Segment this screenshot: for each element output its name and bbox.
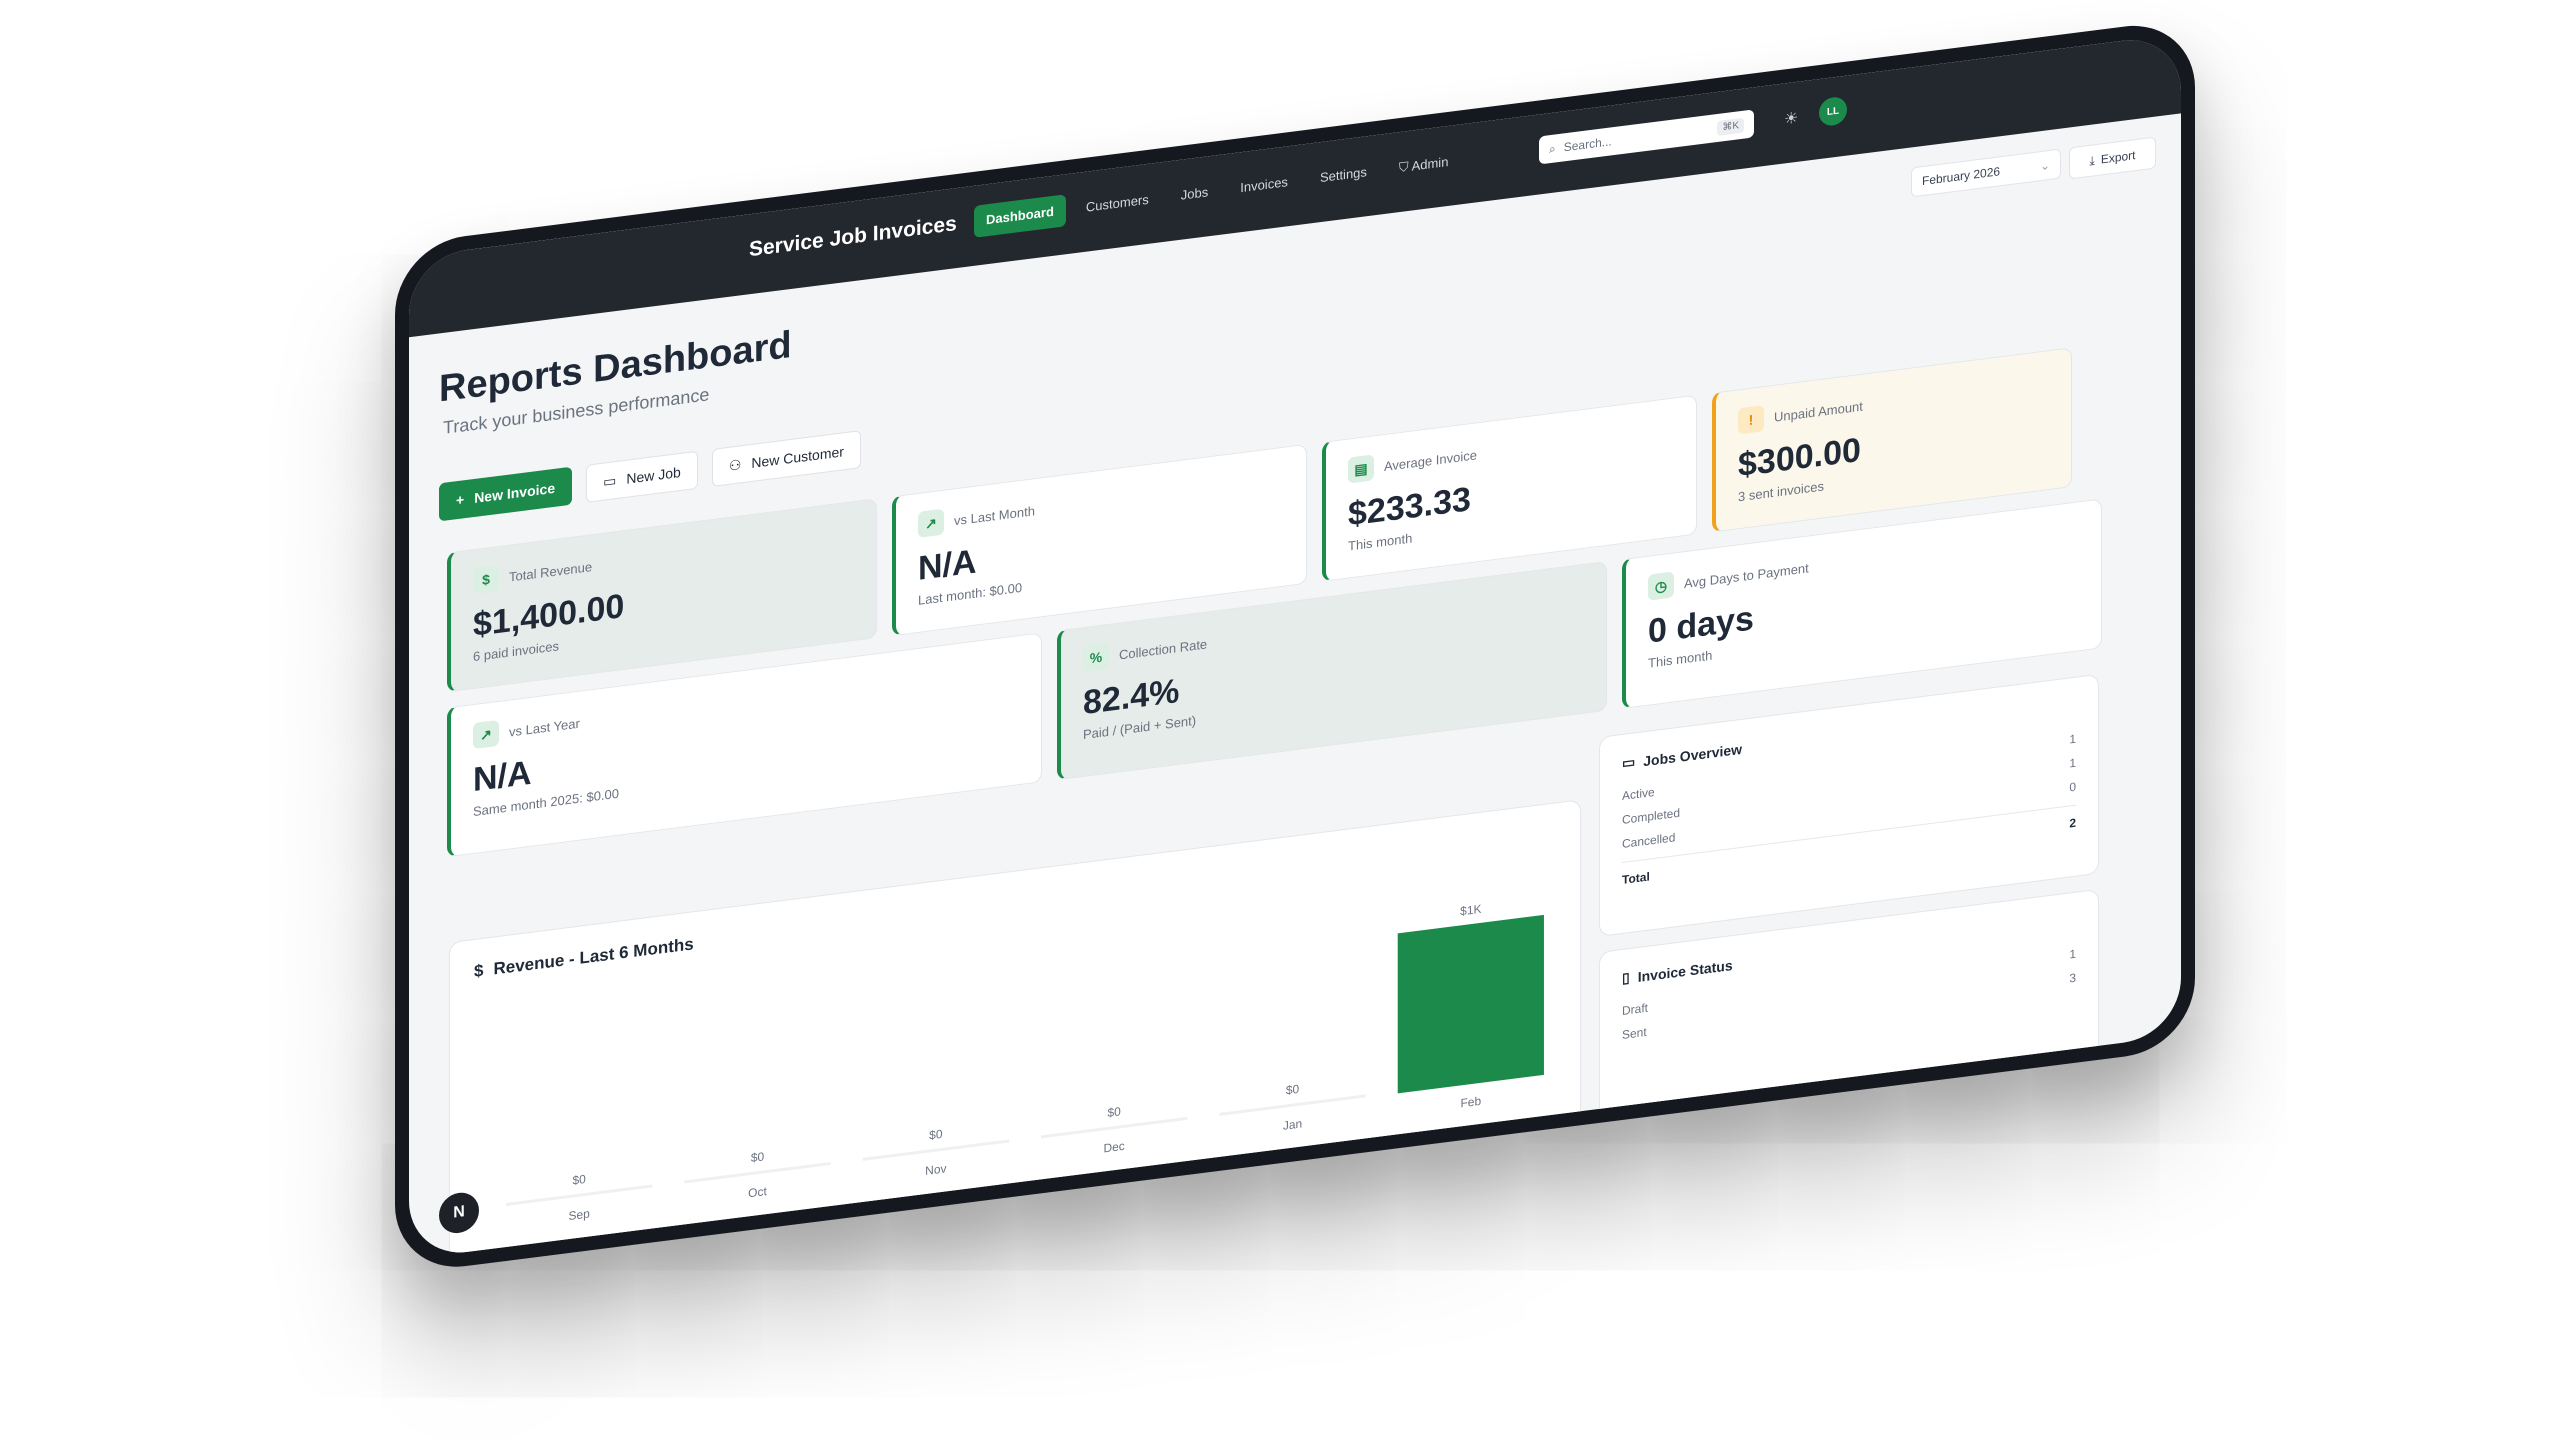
briefcase-icon: ▭ — [603, 471, 617, 490]
clock-icon: ◷ — [1648, 571, 1674, 601]
nav-dashboard[interactable]: Dashboard — [974, 194, 1066, 238]
new-customer-label: New Customer — [751, 443, 844, 471]
nav-invoices[interactable]: Invoices — [1228, 165, 1300, 206]
vs-last-year-label: vs Last Year — [509, 715, 580, 740]
revenue-value-label-sep: $0 — [572, 1172, 586, 1188]
plus-icon: + — [456, 491, 465, 509]
trending-up-icon: ↗ — [918, 508, 944, 538]
month-select-value: February 2026 — [1922, 164, 2001, 189]
unpaid-amount-label: Unpaid Amount — [1774, 398, 1863, 425]
receipt-icon: ▤ — [1348, 454, 1374, 484]
revenue-category-label-jan: Jan — [1283, 1116, 1302, 1132]
jobs-active-value: 1 — [2069, 731, 2076, 747]
search-shortcut: ⌘K — [1717, 117, 1744, 136]
revenue-category-label-oct: Oct — [748, 1184, 767, 1200]
vs-last-month-label: vs Last Month — [954, 502, 1035, 528]
jobs-completed-value: 1 — [2069, 755, 2076, 771]
file-icon: ▯ — [1622, 969, 1630, 986]
revenue-bar-oct[interactable] — [684, 1161, 831, 1184]
search-icon: ⌕ — [1549, 140, 1556, 156]
unpaid-amount-card: ! Unpaid Amount $300.00 3 sent invoices — [1712, 347, 2072, 533]
revenue-value-label-dec: $0 — [1107, 1104, 1121, 1120]
revenue-category-label-sep: Sep — [568, 1206, 590, 1223]
new-customer-button[interactable]: ⚇ New Customer — [711, 430, 861, 487]
revenue-value-label-nov: $0 — [929, 1127, 943, 1143]
new-job-label: New Job — [626, 463, 681, 487]
revenue-value-label-jan: $0 — [1286, 1082, 1300, 1098]
avg-days-label: Avg Days to Payment — [1684, 559, 1809, 591]
average-invoice-card: ▤ Average Invoice $233.33 This month — [1322, 394, 1697, 582]
revenue-value-label-feb: $1K — [1460, 902, 1481, 919]
jobs-overview-title: Jobs Overview — [1643, 740, 1743, 769]
invoice-status-title: Invoice Status — [1637, 956, 1733, 985]
collection-rate-label: Collection Rate — [1119, 635, 1208, 663]
chevron-down-icon: ⌄ — [2039, 157, 2050, 174]
main-nav: Dashboard Customers Jobs Invoices Settin… — [974, 144, 1461, 238]
nav-admin-label: Admin — [1411, 153, 1449, 174]
revenue-bar-jan[interactable] — [1219, 1094, 1366, 1116]
jobs-cancelled-label: Cancelled — [1622, 830, 1676, 851]
trending-up-icon: ↗ — [473, 719, 499, 750]
invoice-sent-value: 3 — [2069, 970, 2076, 986]
jobs-cancelled-value: 0 — [2069, 779, 2076, 795]
screen: Service Job Invoices Dashboard Customers… — [409, 33, 2181, 1260]
stage: Service Job Invoices Dashboard Customers… — [0, 0, 2560, 1440]
alert-circle-icon: ! — [1738, 405, 1764, 435]
revenue-bar-feb[interactable] — [1397, 914, 1544, 1094]
revenue-value-label-oct: $0 — [751, 1149, 765, 1165]
tablet-device: Service Job Invoices Dashboard Customers… — [395, 17, 2195, 1275]
new-job-button[interactable]: ▭ New Job — [586, 450, 698, 503]
revenue-bar-nov[interactable] — [862, 1139, 1009, 1161]
search-placeholder: Search... — [1563, 134, 1612, 155]
download-icon: ⤓ — [2089, 152, 2095, 168]
export-button[interactable]: ⤓ Export — [2069, 136, 2156, 180]
revenue-category-label-dec: Dec — [1104, 1139, 1125, 1156]
jobs-completed-label: Completed — [1622, 805, 1681, 827]
invoice-status-card: ▯ Invoice Status Draft 1 Sent 3 — [1599, 888, 2099, 1152]
revenue-chart: $0 Sep $0 Oct $0 Nov $0 Dec $0 Jan $1K Feb — [506, 902, 1544, 1223]
users-icon: ⚇ — [728, 455, 742, 474]
revenue-bar-sep[interactable] — [506, 1184, 653, 1206]
invoice-draft-value: 1 — [2069, 946, 2076, 962]
invoice-draft-label: Draft — [1622, 1000, 1649, 1018]
avatar[interactable]: LL — [1819, 95, 1847, 128]
nav-customers[interactable]: Customers — [1074, 182, 1161, 225]
search-input[interactable]: ⌕ Search... ⌘K — [1539, 109, 1754, 165]
revenue-category-label-feb: Feb — [1461, 1094, 1482, 1111]
jobs-total-value: 2 — [2069, 815, 2076, 831]
briefcase-icon: ▭ — [1622, 753, 1636, 771]
invoice-sent-label: Sent — [1622, 1024, 1647, 1042]
nav-jobs[interactable]: Jobs — [1169, 175, 1220, 214]
month-select[interactable]: February 2026 ⌄ — [1911, 148, 2061, 198]
nav-admin[interactable]: ⛉ Admin — [1387, 144, 1461, 185]
jobs-active-label: Active — [1622, 784, 1655, 803]
jobs-total-label: Total — [1622, 869, 1650, 887]
dollar-icon: $ — [473, 564, 499, 595]
revenue-chart-card: $ Revenue - Last 6 Months $0 Sep $0 Oct $0 No… — [449, 799, 1581, 1260]
shield-icon: ⛉ — [1398, 158, 1412, 176]
average-invoice-label: Average Invoice — [1384, 446, 1477, 474]
new-invoice-label: New Invoice — [474, 479, 556, 506]
new-invoice-button[interactable]: + New Invoice — [439, 466, 573, 522]
percent-icon: % — [1083, 642, 1109, 673]
theme-toggle-icon[interactable]: ☀ — [1784, 108, 1798, 130]
export-label: Export — [2100, 148, 2136, 167]
total-revenue-label: Total Revenue — [509, 558, 593, 585]
app-title[interactable]: Service Job Invoices — [749, 212, 957, 262]
nav-settings[interactable]: Settings — [1308, 155, 1379, 196]
revenue-category-label-nov: Nov — [925, 1161, 946, 1178]
revenue-bar-dec[interactable] — [1041, 1116, 1188, 1139]
